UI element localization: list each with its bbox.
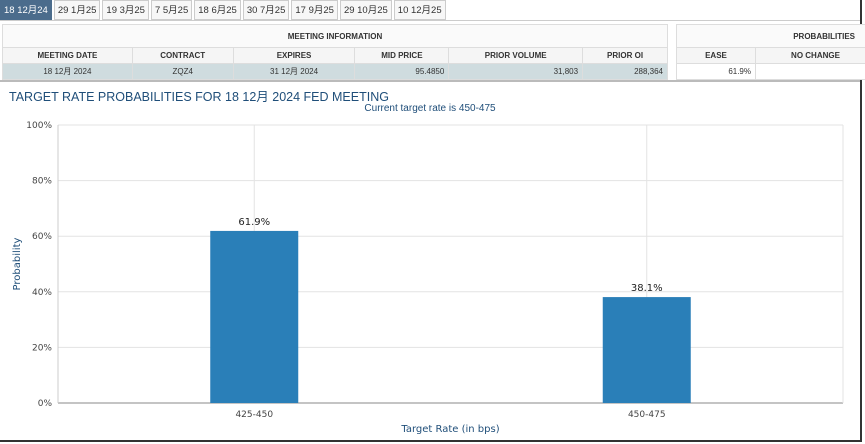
x-tick-label: 425-450	[235, 410, 273, 420]
data-label: 61.9%	[238, 217, 270, 228]
y-tick-label: 40%	[32, 288, 52, 298]
y-tick-label: 100%	[26, 121, 52, 131]
x-tick-label: 450-475	[628, 410, 666, 420]
bar	[210, 230, 299, 403]
y-tick-label: 20%	[32, 343, 52, 353]
data-label: 38.1%	[631, 283, 663, 294]
y-tick-label: 0%	[38, 399, 53, 409]
bar	[602, 297, 691, 403]
x-axis-label: Target Rate (in bps)	[400, 424, 499, 435]
y-tick-label: 80%	[32, 177, 52, 187]
y-axis-label: Probability	[12, 237, 23, 290]
probability-chart: 0% 20% 40% 60% 80% 100% 61.9% 425-450 38.1% 450-4…	[12, 121, 844, 435]
y-tick-label: 60%	[32, 232, 52, 242]
